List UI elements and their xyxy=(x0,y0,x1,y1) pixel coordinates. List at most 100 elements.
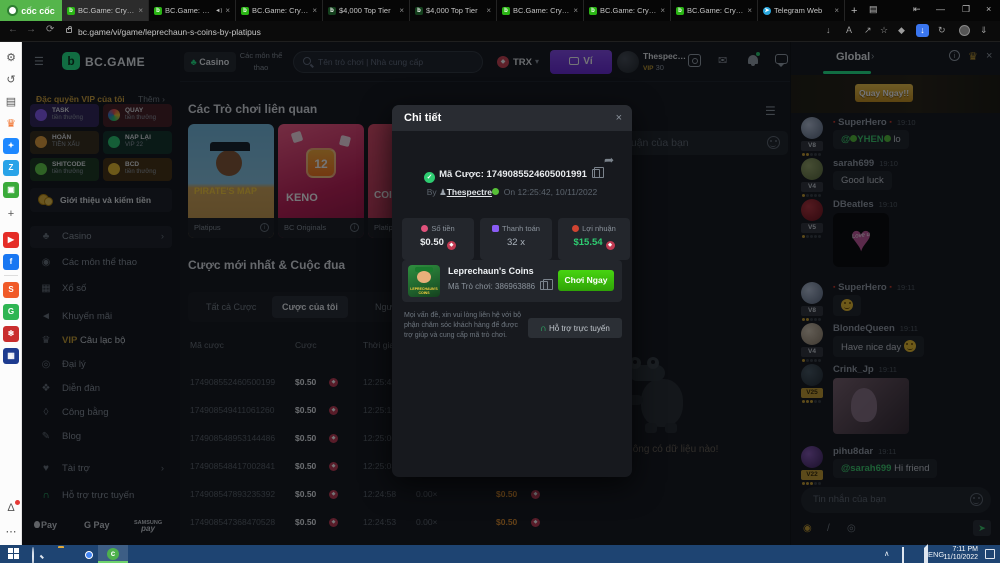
bet-datetime: 12:25:42, 10/11/2022 xyxy=(518,187,598,197)
start-button[interactable] xyxy=(8,548,19,559)
tab-close-icon[interactable]: × xyxy=(486,6,491,15)
tab-close-icon[interactable]: × xyxy=(573,6,578,15)
bookmark-star-icon[interactable]: ☆ xyxy=(880,25,888,36)
play-now-button[interactable]: Chơi Ngay xyxy=(558,270,614,291)
browser-address-bar: ← → ⟳ ↓ A ↗ ☆ ◆ ↓ ↻ ⇓ xyxy=(0,21,1000,42)
sync-icon[interactable]: ↻ xyxy=(938,25,946,36)
messenger-icon[interactable]: ✦ xyxy=(3,138,19,154)
window-minimize-button[interactable]: — xyxy=(936,4,945,14)
taskbar-clock[interactable]: 7:11 PM11/10/2022 xyxy=(930,546,978,562)
history-icon[interactable]: ↺ xyxy=(3,72,19,88)
clock-date: 11/10/2022 xyxy=(943,554,978,561)
window-restore-button[interactable]: ❐ xyxy=(962,4,970,15)
browser-tab[interactable]: b$4,000 Top Tier× xyxy=(410,0,497,21)
browser-tab[interactable]: bBC.Game: Crypto× xyxy=(671,0,758,21)
bcgame-favicon: b xyxy=(154,7,162,15)
rewards-crown-icon[interactable]: ♛ xyxy=(3,116,19,132)
copy-icon[interactable] xyxy=(592,169,600,178)
player-link[interactable]: Thespectre xyxy=(447,187,492,197)
store-icon[interactable]: ❄ xyxy=(3,326,19,342)
tab-title: BC.Game: Crypto xyxy=(687,6,744,15)
bet-id-value: 1749085524605001991 xyxy=(487,169,587,180)
game-thumbnail[interactable]: LEPRECHAUN'S COINS xyxy=(408,265,440,297)
save-page-icon[interactable]: ↓ xyxy=(826,25,831,35)
modal-close-icon[interactable]: × xyxy=(616,105,622,131)
youtube-icon[interactable]: ▶ xyxy=(3,232,19,248)
facebook-icon[interactable]: f xyxy=(3,254,19,270)
forward-icon[interactable]: → xyxy=(26,24,36,35)
download-manager-icon[interactable]: ↓ xyxy=(916,24,929,37)
support-note: Mọi vấn đề, xin vui lòng liên hệ với bộ … xyxy=(404,311,522,341)
tab-close-icon[interactable]: × xyxy=(312,6,317,15)
game-name: Leprechaun's Coins xyxy=(448,266,534,276)
copy-icon[interactable] xyxy=(540,281,548,290)
lock-icon[interactable] xyxy=(66,28,72,33)
browser-tab[interactable]: bBC.Game: Crypto× xyxy=(497,0,584,21)
sidebar-collapse-icon[interactable]: ⇤ xyxy=(913,4,921,15)
verified-check-icon: ✓ xyxy=(424,172,435,183)
tab-search-icon[interactable]: ▤ xyxy=(869,4,878,15)
browser-tab[interactable]: bBC.Game: Crypto× xyxy=(62,0,149,21)
browser-tab[interactable]: bBC.Game: Crypto× xyxy=(584,0,671,21)
coccoc-brand-label: cốc cốc xyxy=(21,6,55,16)
browser-tab[interactable]: bBC.Game: Cry◄)× xyxy=(149,0,236,21)
tab-close-icon[interactable]: × xyxy=(834,6,839,15)
more-options-icon[interactable]: ⋯ xyxy=(3,524,19,540)
settings-gear-icon[interactable]: ⚙ xyxy=(3,50,19,66)
tab-audio-icon[interactable]: ◄) xyxy=(215,8,222,14)
network-icon[interactable] xyxy=(902,547,904,563)
coccoc-menu-button[interactable]: cốc cốc xyxy=(0,0,62,21)
tab-title: Telegram Web xyxy=(774,6,822,15)
clock-time: 7:11 PM xyxy=(952,546,978,553)
share-arrow-icon[interactable]: ➦ xyxy=(604,153,614,167)
profile-avatar-icon[interactable] xyxy=(959,25,970,36)
mwg-icon[interactable]: ▦ xyxy=(3,348,19,364)
tray-expand-caret[interactable]: ∧ xyxy=(884,549,890,558)
volume-icon[interactable] xyxy=(920,544,928,563)
tab-close-icon[interactable]: × xyxy=(225,6,230,15)
notification-bell-icon[interactable]: Δ xyxy=(3,500,19,516)
live-support-button[interactable]: ∩ Hỗ trợ trực tuyến xyxy=(528,318,622,338)
notification-badge xyxy=(15,500,20,505)
amount-icon xyxy=(421,225,428,232)
taskbar-search-icon[interactable] xyxy=(32,547,34,563)
share-icon[interactable]: ↗ xyxy=(864,25,872,36)
bcgame-favicon: b xyxy=(67,7,75,15)
coccoc-taskbar-icon[interactable]: c xyxy=(107,548,119,560)
tab-close-icon[interactable]: × xyxy=(660,6,665,15)
browser-tab[interactable]: bBC.Game: Crypto× xyxy=(236,0,323,21)
game-id-row: Mã Trò chơi: 386963886 xyxy=(448,281,548,291)
browser-tab[interactable]: b$4,000 Top Tier× xyxy=(323,0,410,21)
feed-icon[interactable]: ▤ xyxy=(3,94,19,110)
window-close-button[interactable]: × xyxy=(986,4,991,14)
zalo-icon[interactable]: Z xyxy=(3,160,19,176)
action-center-icon[interactable] xyxy=(985,549,995,559)
tab-title: BC.Game: Cry xyxy=(165,6,212,15)
url-input[interactable] xyxy=(78,24,638,39)
stat-amount: Số tiền $0.50◆ xyxy=(402,218,474,260)
bcgame-favicon: b xyxy=(502,7,510,15)
add-shortcut-icon[interactable]: + xyxy=(3,206,19,222)
tab-title: BC.Game: Crypto xyxy=(513,6,570,15)
new-tab-button[interactable]: + xyxy=(851,5,857,17)
tab-title: BC.Game: Crypto xyxy=(78,6,135,15)
bcgame-favicon: b xyxy=(676,7,684,15)
browser-tab-bar: cốc cốc bBC.Game: Crypto× bBC.Game: Cry◄… xyxy=(0,0,1000,21)
tab-close-icon[interactable]: × xyxy=(138,6,143,15)
shop-icon[interactable]: G xyxy=(3,304,19,320)
translate-icon[interactable]: A xyxy=(846,25,852,35)
games-gamepad-icon[interactable]: ▣ xyxy=(3,182,19,198)
bcgame-favicon: b xyxy=(589,7,597,15)
tab-close-icon[interactable]: × xyxy=(399,6,404,15)
bcgame-favicon: b xyxy=(328,7,336,15)
browser-tab[interactable]: ➤Telegram Web× xyxy=(758,0,845,21)
downloads-tray-icon[interactable]: ⇓ xyxy=(980,25,988,36)
back-icon[interactable]: ← xyxy=(8,24,18,35)
shopee-icon[interactable]: S xyxy=(3,282,19,298)
game-panel: LEPRECHAUN'S COINS Leprechaun's Coins Mã… xyxy=(402,260,622,302)
reload-icon[interactable]: ⟳ xyxy=(46,24,54,35)
tab-close-icon[interactable]: × xyxy=(747,6,752,15)
screen: cốc cốc bBC.Game: Crypto× bBC.Game: Cry◄… xyxy=(0,0,1000,563)
bcgame-favicon: b xyxy=(415,7,423,15)
adblock-shield-icon[interactable]: ◆ xyxy=(898,25,905,36)
